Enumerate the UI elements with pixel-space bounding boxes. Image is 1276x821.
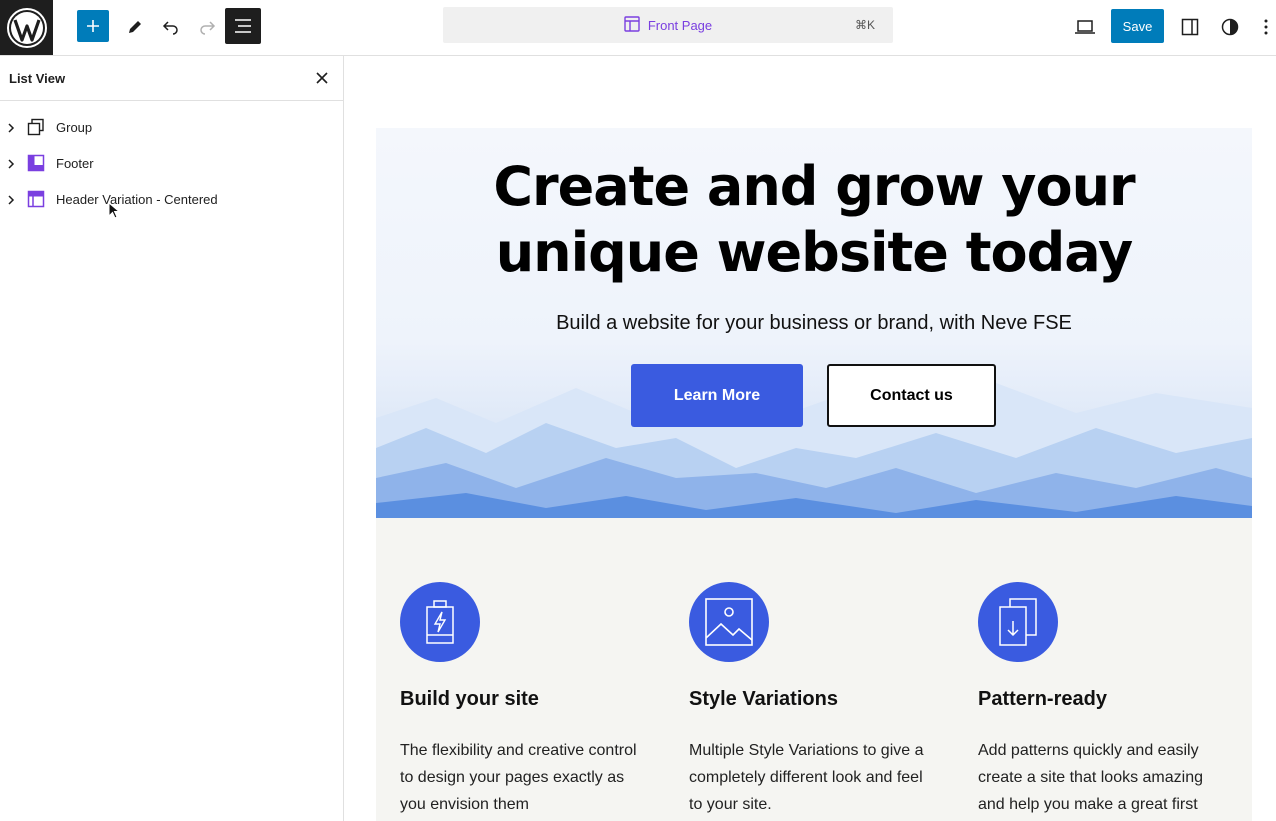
command-palette-button[interactable]: Front Page ⌘K (443, 7, 893, 43)
template-part-footer-icon (27, 154, 45, 172)
add-block-button[interactable] (77, 10, 109, 42)
chevron-right-icon[interactable] (5, 193, 17, 205)
feature-title: Style Variations (689, 688, 838, 710)
feature-card[interactable]: Pattern-ready Add patterns quickly and e… (978, 582, 1218, 818)
edit-tool-icon[interactable] (119, 10, 151, 44)
feature-description: Add patterns quickly and easily create a… (978, 742, 1204, 813)
features-section[interactable]: Build your site The flexibility and crea… (376, 518, 1252, 821)
editor-canvas[interactable]: Create and grow your unique website toda… (345, 56, 1276, 821)
list-item[interactable]: Footer (0, 145, 343, 181)
feature-card[interactable]: Style Variations Multiple Style Variatio… (689, 582, 929, 818)
list-view-title: List View (9, 70, 66, 86)
list-item[interactable]: Group (0, 109, 343, 145)
feature-description: Multiple Style Variations to give a comp… (689, 742, 924, 813)
shortcut-hint: ⌘K (854, 18, 875, 32)
list-view-panel: List View Group Footer Header Variation … (0, 56, 344, 821)
image-icon (689, 582, 769, 662)
editor-header: Front Page ⌘K Save (0, 0, 1276, 56)
chevron-right-icon[interactable] (5, 157, 17, 169)
document-title: Front Page (647, 17, 713, 33)
list-view-toggle-button[interactable] (225, 8, 261, 44)
feature-title: Pattern-ready (978, 688, 1107, 710)
feature-title: Build your site (400, 688, 539, 710)
mouse-cursor-icon (108, 201, 121, 225)
feature-card[interactable]: Build your site The flexibility and crea… (400, 582, 640, 818)
list-item-label: Group (56, 120, 93, 135)
hero-subtitle[interactable]: Build a website for your business or bra… (376, 312, 1252, 335)
document-download-icon (978, 582, 1058, 662)
template-part-header-icon (27, 190, 45, 208)
hero-section[interactable]: Create and grow your unique website toda… (376, 128, 1252, 518)
learn-more-button[interactable]: Learn More (631, 364, 803, 427)
close-icon[interactable] (313, 69, 331, 87)
battery-bolt-icon (400, 582, 480, 662)
template-icon (624, 15, 640, 35)
feature-description: The flexibility and creative control to … (400, 742, 637, 813)
settings-sidebar-icon[interactable] (1174, 10, 1206, 44)
list-item[interactable]: Header Variation - Centered (0, 181, 343, 217)
contact-us-button[interactable]: Contact us (827, 364, 996, 427)
chevron-right-icon[interactable] (5, 121, 17, 133)
more-options-icon[interactable] (1256, 10, 1276, 44)
hero-heading[interactable]: Create and grow your unique website toda… (376, 154, 1252, 286)
styles-icon[interactable] (1214, 10, 1246, 44)
save-button[interactable]: Save (1111, 9, 1164, 43)
list-item-label: Header Variation - Centered (56, 192, 218, 207)
wordpress-logo-icon[interactable] (0, 0, 53, 55)
hero-heading-line1: Create and grow your (493, 155, 1135, 218)
redo-icon[interactable] (191, 10, 223, 44)
block-tree: Group Footer Header Variation - Centered (0, 101, 343, 217)
group-icon (27, 118, 45, 136)
list-view-header: List View (0, 56, 343, 101)
hero-heading-line2: unique website today (495, 221, 1134, 284)
list-item-label: Footer (56, 156, 94, 171)
device-preview-icon[interactable] (1068, 10, 1102, 44)
mountains-background (376, 383, 1252, 518)
undo-icon[interactable] (155, 10, 187, 44)
